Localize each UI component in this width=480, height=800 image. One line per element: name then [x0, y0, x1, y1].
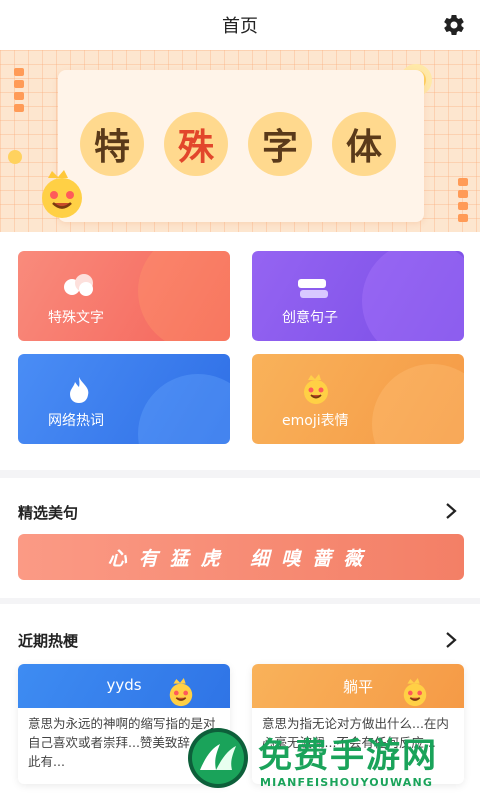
emoji-face-icon	[403, 678, 427, 707]
watermark-logo-icon	[188, 728, 248, 788]
message-icon	[298, 279, 328, 298]
trending-term: 躺平	[342, 678, 373, 696]
category-label: 创意句子	[282, 310, 338, 326]
category-card-creative-sentences[interactable]: 创意句子	[252, 251, 464, 341]
category-grid: 特殊文字 创意句子 网络热词 emoji表情	[0, 232, 480, 470]
hero-banner[interactable]: 特 殊 字 体	[0, 50, 480, 232]
chevron-right-icon[interactable]	[444, 631, 458, 649]
category-label: 网络热词	[48, 413, 104, 429]
cloud-icon	[64, 274, 93, 296]
category-card-special-text[interactable]: 特殊文字	[18, 251, 230, 341]
section-title: 近期热梗	[18, 632, 79, 650]
banner-decoration-right	[458, 178, 472, 232]
banner-decoration-left	[14, 68, 28, 128]
featured-quote-banner[interactable]: 心有猛虎 细嗅蔷薇	[18, 534, 464, 580]
emoji-face-icon	[42, 170, 82, 218]
watermark: 免费手游网 MIANFEISHOUYOUWANG	[186, 726, 476, 796]
flame-icon	[70, 377, 89, 403]
gear-icon[interactable]	[442, 13, 466, 37]
banner-title: 特 殊 字 体	[80, 112, 410, 176]
category-label: 特殊文字	[48, 310, 104, 326]
page-title: 首页	[222, 16, 258, 37]
emoji-face-icon	[304, 374, 328, 404]
watermark-brand-en: MIANFEISHOUYOUWANG	[260, 776, 434, 789]
category-label: emoji表情	[282, 413, 349, 429]
banner-char: 特	[80, 112, 144, 176]
top-bar: 首页	[0, 0, 480, 50]
section-title: 精选美句	[18, 504, 79, 522]
banner-dot-decoration	[8, 150, 22, 164]
emoji-face-icon	[169, 678, 193, 707]
banner-char: 体	[332, 112, 396, 176]
category-card-emoji[interactable]: emoji表情	[252, 354, 464, 444]
watermark-brand: 免费手游网	[258, 736, 438, 776]
category-card-internet-slang[interactable]: 网络热词	[18, 354, 230, 444]
trending-term: yyds	[106, 676, 142, 694]
banner-char: 字	[248, 112, 312, 176]
chevron-right-icon[interactable]	[444, 502, 458, 520]
banner-char: 殊	[164, 112, 228, 176]
